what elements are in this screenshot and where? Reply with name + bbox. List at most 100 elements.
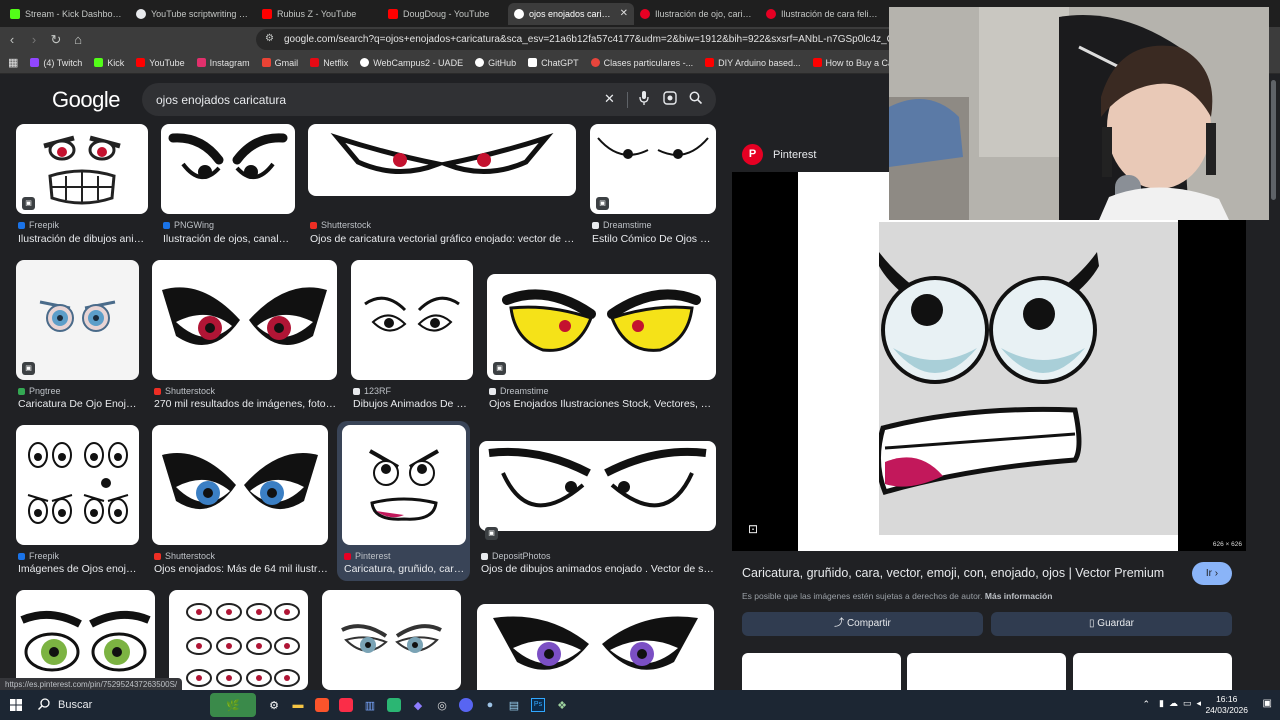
result-caption[interactable]: Ojos Enojados Ilustraciones Stock, Vecto…: [489, 398, 716, 410]
bookmark-chatgpt[interactable]: ChatGPT: [528, 58, 579, 68]
result-caption[interactable]: Caricatura, gruñido, cara, vector: [344, 563, 466, 575]
related-thumbnail[interactable]: [1073, 653, 1232, 690]
bookmark-webcampus[interactable]: WebCampus2 - UADE: [360, 58, 463, 68]
lens-icon[interactable]: [663, 91, 677, 108]
result-thumbnail[interactable]: [169, 590, 308, 690]
taskbar-search[interactable]: Buscar: [38, 697, 238, 713]
bookmark-clases[interactable]: Clases particulares -...: [590, 58, 693, 68]
lens-search-icon[interactable]: ⊡: [748, 522, 758, 536]
tab-pinterest-2[interactable]: Ilustración de cara feliz, emoji: [760, 3, 886, 25]
site-info-icon[interactable]: ⚙: [265, 33, 274, 44]
result-source[interactable]: 123RF: [353, 386, 391, 396]
result-source[interactable]: Shutterstock: [154, 551, 215, 561]
tray-chevron-icon[interactable]: ⌃: [1142, 699, 1150, 710]
result-caption[interactable]: Estilo Cómico De Ojos Enojados: [592, 233, 716, 245]
preview-image[interactable]: ⊡ 626 × 626: [732, 172, 1246, 551]
result-source[interactable]: PNGWing: [163, 220, 214, 230]
search-box[interactable]: ojos enojados caricatura ✕: [142, 83, 716, 116]
back-icon[interactable]: ‹: [2, 32, 22, 47]
result-source[interactable]: Shutterstock: [154, 386, 215, 396]
bookmark-github[interactable]: GitHub: [475, 58, 516, 68]
result-source[interactable]: Dreamstime: [489, 386, 549, 396]
result-thumbnail[interactable]: [152, 260, 337, 380]
related-thumbnail[interactable]: [907, 653, 1066, 690]
result-source[interactable]: Freepik: [18, 551, 59, 561]
bookmark-instagram[interactable]: Instagram: [196, 58, 250, 68]
notification-icon[interactable]: ▣: [1263, 698, 1272, 709]
result-caption[interactable]: Ojos enojados: Más de 64 mil ilustracion…: [154, 563, 328, 575]
music-icon[interactable]: [334, 693, 358, 717]
close-tab-icon[interactable]: ✕: [620, 8, 628, 19]
result-caption[interactable]: Ojos de dibujos animados enojado . Vecto…: [481, 563, 716, 575]
result-thumbnail[interactable]: [342, 425, 466, 545]
related-thumbnail[interactable]: [742, 653, 901, 690]
result-thumbnail[interactable]: [308, 124, 576, 196]
tab-youtube-scriptwriting[interactable]: YouTube scriptwriting with AI: [130, 3, 256, 25]
apps-icon[interactable]: ▦: [8, 56, 18, 69]
result-source[interactable]: DepositPhotos: [481, 551, 551, 561]
controller-icon[interactable]: [382, 693, 406, 717]
result-source[interactable]: Pinterest: [344, 551, 391, 561]
tab-google-search[interactable]: ojos enojados caricatura✕: [508, 2, 634, 25]
scrollbar-thumb[interactable]: [1271, 80, 1276, 200]
bookmark-kick[interactable]: Kick: [94, 58, 124, 68]
tray-icons[interactable]: ▮☁▭◂: [1159, 698, 1206, 709]
file-explorer-icon[interactable]: ▬: [286, 693, 310, 717]
bookmark-twitch[interactable]: (4) Twitch: [30, 58, 82, 68]
preview-source[interactable]: P Pinterest: [742, 144, 816, 165]
home-icon[interactable]: ⌂: [68, 32, 88, 47]
result-thumbnail[interactable]: [322, 590, 461, 690]
result-thumbnail[interactable]: [16, 425, 139, 545]
tab-pinterest-1[interactable]: Ilustración de ojo, caricatura: [634, 3, 760, 25]
result-caption[interactable]: Caricatura De Ojo Enojado: [18, 398, 139, 410]
tab-kick-dashboard[interactable]: Stream - Kick Dashboard: [4, 3, 130, 25]
preview-title[interactable]: Caricatura, gruñido, cara, vector, emoji…: [742, 566, 1182, 580]
steam-icon[interactable]: ●: [478, 693, 502, 717]
brave-icon[interactable]: [310, 693, 334, 717]
result-thumbnail[interactable]: [161, 124, 295, 214]
result-source[interactable]: Pngtree: [18, 386, 61, 396]
page-scrollbar[interactable]: [1268, 74, 1280, 690]
notepad-icon[interactable]: ▤: [502, 693, 526, 717]
settings-icon[interactable]: ⚙: [262, 693, 286, 717]
result-caption[interactable]: Imágenes de Ojos enojados: [18, 563, 139, 575]
chrome-icon[interactable]: ◎: [430, 693, 454, 717]
result-source[interactable]: Shutterstock: [310, 220, 371, 230]
search-input[interactable]: ojos enojados caricatura: [156, 93, 286, 107]
bookmark-gmail[interactable]: Gmail: [261, 58, 298, 68]
share-button[interactable]: ⤴ Compartir: [742, 612, 983, 636]
result-thumbnail[interactable]: [152, 425, 328, 545]
result-thumbnail[interactable]: [479, 441, 716, 531]
google-logo[interactable]: Google: [52, 87, 120, 113]
visit-button[interactable]: Ir ›: [1192, 562, 1232, 585]
audio-app-icon[interactable]: ▥: [358, 693, 382, 717]
tab-dougdoug[interactable]: DougDoug - YouTube: [382, 3, 508, 25]
system-clock[interactable]: 16:16 24/03/2026: [1205, 694, 1248, 716]
result-thumbnail[interactable]: [16, 124, 148, 214]
app-icon[interactable]: ◆: [406, 693, 430, 717]
windows-start-icon[interactable]: [4, 693, 28, 717]
clear-icon[interactable]: ✕: [604, 91, 615, 107]
url-field[interactable]: ⚙ google.com/search?q=ojos+enojados+cari…: [256, 29, 916, 50]
bookmark-youtube[interactable]: YouTube: [136, 58, 185, 68]
result-thumbnail[interactable]: [477, 604, 714, 690]
result-thumbnail[interactable]: [487, 274, 716, 380]
result-thumbnail[interactable]: [16, 260, 139, 380]
result-caption[interactable]: Dibujos Animados De Ojos: [353, 398, 473, 410]
result-caption[interactable]: Ojos de caricatura vectorial gráfico eno…: [310, 233, 576, 245]
forward-icon[interactable]: ›: [24, 32, 44, 47]
bookmark-arduino[interactable]: DIY Arduino based...: [705, 58, 801, 68]
save-button[interactable]: ▯ Guardar: [991, 612, 1232, 636]
result-thumbnail[interactable]: [16, 590, 155, 690]
result-caption[interactable]: Ilustración de ojos, canal de youtube: [163, 233, 291, 245]
mic-icon[interactable]: [639, 91, 649, 108]
result-source[interactable]: Dreamstime: [592, 220, 652, 230]
result-caption[interactable]: 270 mil resultados de imágenes, fotos y …: [154, 398, 337, 410]
reload-icon[interactable]: ↻: [46, 32, 66, 48]
search-icon[interactable]: [689, 91, 703, 107]
widgets-icon[interactable]: 🌿: [210, 693, 256, 717]
discord-icon[interactable]: [454, 693, 478, 717]
app-icon[interactable]: ❖: [550, 693, 574, 717]
result-caption[interactable]: Ilustración de dibujos animados ojos: [18, 233, 146, 245]
result-thumbnail[interactable]: [351, 260, 473, 380]
